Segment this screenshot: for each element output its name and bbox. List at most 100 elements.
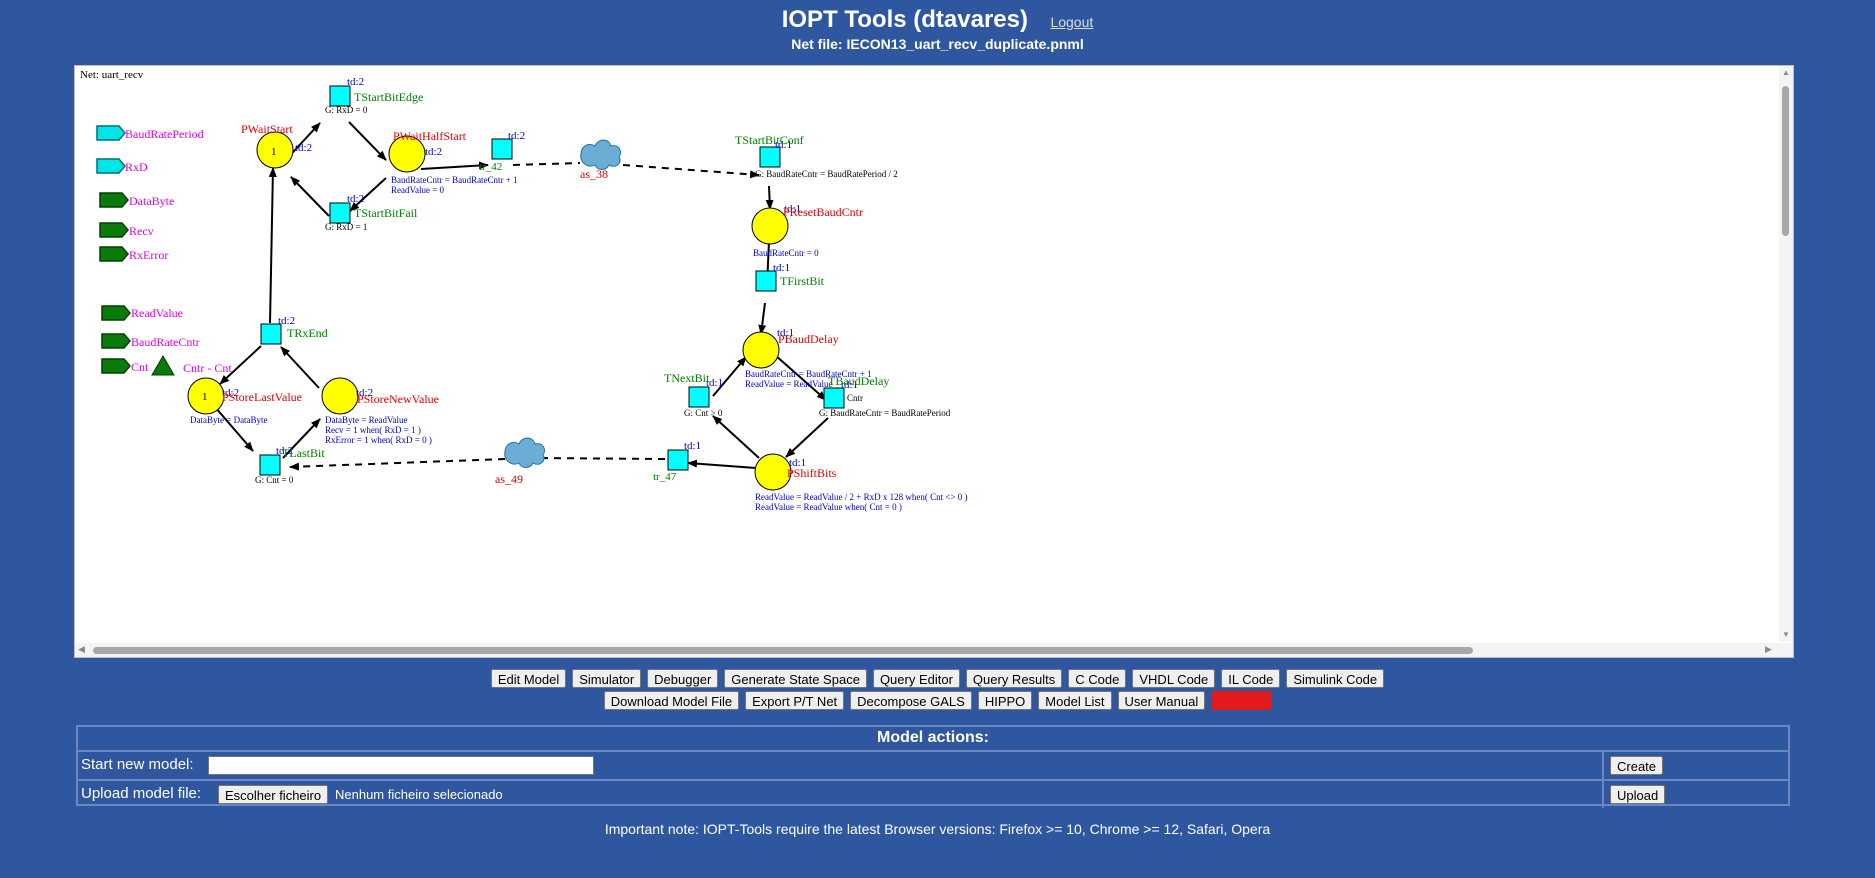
- place-pstorenewvalue[interactable]: td:2 PStoreNewValue DataByte = ReadValue…: [321, 377, 439, 445]
- signal-label: Cntr - Cnt: [183, 361, 232, 375]
- upload-button[interactable]: Upload: [1610, 785, 1666, 804]
- decompose-gals-button[interactable]: Decompose GALS: [850, 691, 972, 710]
- vertical-scrollbar[interactable]: ▲ ▼: [1779, 66, 1793, 642]
- edit-model-button[interactable]: Edit Model: [490, 669, 567, 688]
- model-list-button[interactable]: Model List: [1038, 691, 1112, 710]
- place-label: PBaudDelay: [778, 332, 839, 346]
- choose-file-button[interactable]: Escolher ficheiro: [218, 785, 329, 804]
- create-cell: Create: [1602, 752, 1788, 779]
- place-action: ReadValue = ReadValue / 2 + RxD x 128 wh…: [755, 492, 968, 502]
- model-actions-title: Model actions:: [78, 727, 1788, 752]
- transition-tr47[interactable]: td:1 tr_47: [653, 440, 701, 483]
- toolbar-row-1: Edit Model Simulator Debugger Generate S…: [0, 669, 1875, 688]
- generate-state-space-button[interactable]: Generate State Space: [724, 669, 867, 688]
- il-code-button[interactable]: IL Code: [1221, 669, 1281, 688]
- transition-guard: G: Cnt > 0: [684, 408, 723, 418]
- place-action: BaudRateCntr = 0: [753, 248, 819, 258]
- place-pshiftbits[interactable]: td:1 PShiftBits ReadValue = ReadValue / …: [754, 453, 968, 512]
- transition-tbauddelay[interactable]: td:1 TBaudDelay Cntr G: BaudRateCntr = B…: [819, 374, 951, 418]
- place-presetbaudcntr[interactable]: td:1 PResetBaudCntr BaudRateCntr = 0: [751, 203, 863, 258]
- user-manual-button[interactable]: User Manual: [1117, 691, 1206, 710]
- triangle-signal-cntr[interactable]: Cntr - Cnt: [151, 355, 232, 376]
- place-label: PStoreLastValue: [222, 390, 302, 404]
- output-signal-cnt[interactable]: Cnt: [101, 358, 149, 374]
- scroll-left-arrow-icon[interactable]: ◀: [78, 644, 85, 655]
- logout-link[interactable]: Logout: [1050, 14, 1093, 30]
- page-header: IOPT Tools (dtavares) Logout Net file: I…: [0, 6, 1875, 52]
- export-pt-net-button[interactable]: Export P/T Net: [745, 691, 845, 710]
- cloud-as49[interactable]: as_49: [495, 437, 546, 486]
- hippo-button[interactable]: HIPPO: [977, 691, 1033, 710]
- transition-label: TBaudDelay: [828, 374, 889, 388]
- upload-model-label: Upload model file:: [81, 785, 202, 802]
- token-count: 1: [202, 391, 208, 403]
- place-label: PResetBaudCntr: [783, 205, 863, 219]
- scroll-up-arrow-icon[interactable]: ▲: [1782, 68, 1790, 77]
- signal-label: RxError: [129, 248, 168, 262]
- output-signal-baudratecntr[interactable]: BaudRateCntr: [101, 333, 200, 349]
- horizontal-scrollbar[interactable]: ◀ ▶: [75, 643, 1793, 657]
- transition-tr42[interactable]: td:2 tr_42: [479, 130, 525, 173]
- scroll-down-arrow-icon[interactable]: ▼: [1782, 630, 1790, 639]
- place-action: RxError = 1 when( RxD = 0 ): [325, 435, 432, 445]
- token-count: 1: [271, 146, 277, 158]
- net-file-name: IECON13_uart_recv_duplicate.pnml: [846, 36, 1084, 52]
- output-signal-readvalue[interactable]: ReadValue: [101, 305, 183, 321]
- no-file-selected-text: Nenhum ficheiro selecionado: [335, 787, 503, 802]
- cloud-as38[interactable]: as_38: [580, 139, 622, 181]
- petri-net-diagram[interactable]: Net: uart_recv BaudRatePeriod RxD DataBy…: [75, 66, 1779, 643]
- output-signal-databyte[interactable]: DataByte: [99, 192, 174, 208]
- transition-tstartbitfail[interactable]: td:2 TStartBitFail G: RxD = 1: [325, 193, 418, 232]
- transition-tfirstbit[interactable]: td:1 TFirstBit: [755, 262, 825, 292]
- download-model-file-button[interactable]: Download Model File: [603, 691, 740, 710]
- place-pstorelastvalue[interactable]: 1 td:2 PStoreLastValue DataByte = DataBy…: [187, 377, 302, 425]
- simulink-code-button[interactable]: Simulink Code: [1286, 669, 1385, 688]
- input-signal-baudrateperiod[interactable]: BaudRatePeriod: [96, 125, 204, 141]
- place-action: Recv = 1 when( RxD = 1 ): [325, 425, 421, 435]
- transition-guard: G: BaudRateCntr = BaudRatePeriod / 2: [755, 169, 898, 179]
- place-label: PWaitStart: [241, 122, 293, 136]
- place-action: ReadValue = 0: [391, 185, 445, 195]
- transition-tstartbitconf[interactable]: td:1 TStartBitConf G: BaudRateCntr = Bau…: [735, 133, 898, 179]
- vhdl-code-button[interactable]: VHDL Code: [1132, 669, 1216, 688]
- debugger-button[interactable]: Debugger: [647, 669, 719, 688]
- query-editor-button[interactable]: Query Editor: [872, 669, 960, 688]
- transition-label: TNextBit: [664, 371, 710, 385]
- place-label: PShiftBits: [787, 466, 837, 480]
- new-model-name-input[interactable]: [208, 756, 594, 775]
- transition-label: TStartBitConf: [735, 133, 804, 147]
- transition-tlastbit[interactable]: td:2 TLastBit G: Cnt = 0: [255, 445, 325, 485]
- horizontal-scroll-thumb[interactable]: [93, 647, 1473, 654]
- input-signal-rxd[interactable]: RxD: [96, 158, 148, 174]
- signal-label: ReadValue: [131, 306, 183, 320]
- transition-guard: G: RxD = 1: [325, 222, 367, 232]
- place-action: BaudRateCntr = BaudRateCntr + 1: [391, 175, 518, 185]
- place-pwaitstart[interactable]: 1 PWaitStart td:2: [241, 122, 312, 169]
- signal-label: DataByte: [129, 194, 174, 208]
- output-signal-rxerror[interactable]: RxError: [99, 246, 168, 262]
- page-title: IOPT Tools (dtavares): [781, 6, 1028, 33]
- net-canvas[interactable]: Net: uart_recv BaudRatePeriod RxD DataBy…: [74, 65, 1794, 658]
- query-results-button[interactable]: Query Results: [965, 669, 1063, 688]
- title-line: IOPT Tools (dtavares) Logout: [0, 6, 1875, 34]
- net-file-label: Net file:: [791, 36, 843, 52]
- vertical-scroll-thumb[interactable]: [1782, 86, 1789, 236]
- place-action: DataByte = ReadValue: [325, 415, 408, 425]
- transition-guard: G: BaudRateCntr = BaudRatePeriod: [819, 408, 951, 418]
- red-action-button[interactable]: [1211, 691, 1272, 710]
- place-action: ReadValue = ReadValue when( Cnt = 0 ): [755, 502, 902, 512]
- model-actions-panel: Model actions: Start new model: Create U…: [76, 725, 1790, 808]
- create-button[interactable]: Create: [1610, 756, 1664, 775]
- place-delay: td:2: [295, 142, 312, 154]
- output-signal-recv[interactable]: Recv: [99, 222, 154, 238]
- transition-label: TStartBitEdge: [354, 90, 423, 104]
- scroll-right-arrow-icon[interactable]: ▶: [1765, 644, 1772, 655]
- transition-label: TStartBitFail: [354, 206, 418, 220]
- transition-label: TLastBit: [282, 446, 325, 460]
- signal-label: BaudRateCntr: [131, 335, 200, 349]
- c-code-button[interactable]: C Code: [1068, 669, 1127, 688]
- cloud-label: as_49: [495, 472, 523, 486]
- simulator-button[interactable]: Simulator: [572, 669, 642, 688]
- transition-tstartbitedge[interactable]: td:2 TStartBitEdge G: RxD = 0: [325, 76, 423, 115]
- transition-label: tr_47: [653, 471, 677, 483]
